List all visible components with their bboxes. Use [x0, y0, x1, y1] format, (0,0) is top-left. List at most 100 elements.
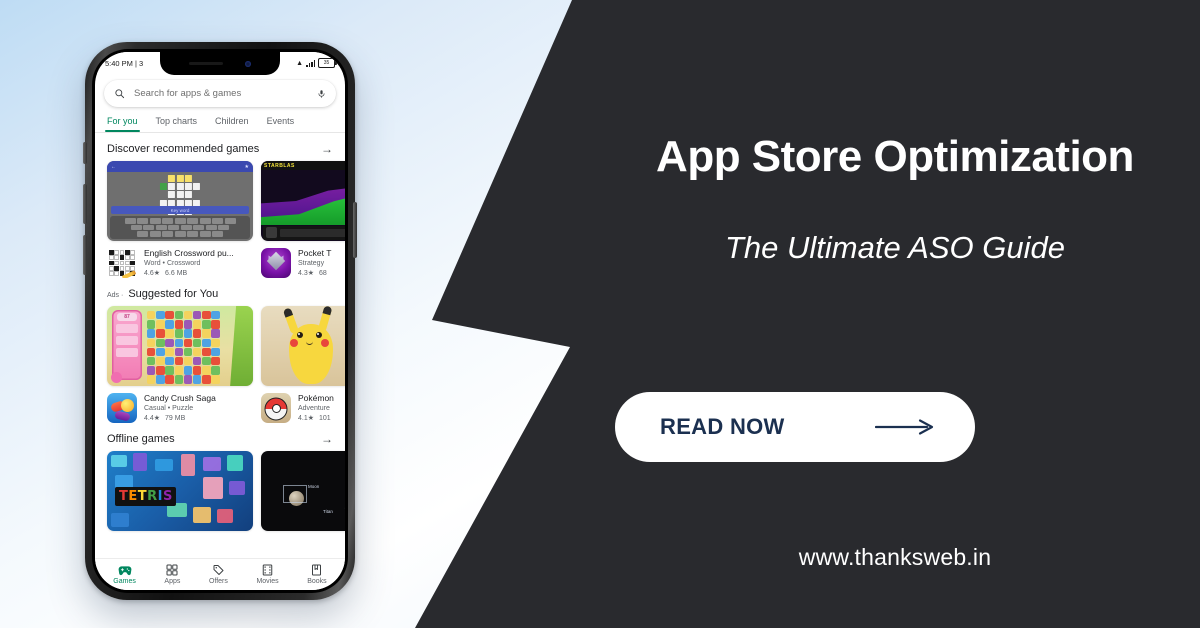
candy-level-number: 87 [117, 313, 137, 321]
app-row-pokemon-go[interactable]: Pokémon Adventure 4.1★ 101 [261, 393, 345, 423]
power-button [353, 202, 357, 258]
tab-events[interactable]: Events [267, 116, 295, 132]
nav-label: Games [113, 577, 136, 585]
candy-crush-app-icon [107, 393, 137, 423]
app-name: English Crossword pu... [144, 248, 234, 258]
game-card-starblast[interactable]: STARBLAS HI 172860 Fire [261, 161, 345, 241]
app-category: Strategy [298, 260, 325, 268]
wifi-icon: ▲ [296, 59, 303, 67]
pocket-tower-app-icon [261, 248, 291, 278]
nav-item-books[interactable]: Books [307, 564, 327, 585]
app-size: 6.6 MB [165, 269, 188, 277]
reticle-icon [283, 485, 307, 503]
candy-crush-screenshot-art: 87 [107, 306, 253, 386]
app-row-pocket-tower[interactable]: Pocket T Strategy 4.3★ 68 [261, 248, 345, 278]
nav-item-apps[interactable]: Apps [164, 564, 180, 585]
tab-for-you[interactable]: For you [105, 116, 140, 132]
pikachu-body [289, 324, 333, 384]
space-label-planet: Titan [323, 509, 333, 514]
space-screenshot-art: Moon Titan [261, 451, 345, 531]
pikachu-cheek-right [321, 339, 329, 347]
section-title-offline: Offline games [107, 433, 175, 445]
app-category: Casual • Puzzle [144, 405, 194, 413]
phone-bezel: 5:40 PM | 3 ▲ 35 Search for apps & games… [92, 49, 348, 593]
card-row-suggested: 87 [95, 306, 345, 386]
pokemon-go-screenshot-art: Po [261, 306, 345, 386]
search-input[interactable]: Search for apps & games [134, 88, 308, 99]
tetris-screenshot-art: TETRIS [107, 451, 253, 531]
crossword-hint-bar: Key word [111, 206, 249, 214]
nav-item-movies[interactable]: Movies [256, 564, 279, 585]
tetris-logo: TETRIS [115, 487, 177, 506]
crossword-screenshot-art: ← ★ Key word [107, 161, 253, 241]
section-title-suggested: Suggested for You [128, 288, 219, 300]
space-label-moon: Moon [308, 484, 320, 489]
nav-item-offers[interactable]: Offers [209, 564, 228, 585]
game-card-tetris[interactable]: TETRIS [107, 451, 253, 531]
app-name: Pokémon [298, 393, 334, 403]
search-bar[interactable]: Search for apps & games [104, 80, 336, 107]
card-row-offline: TETRIS Moon Titan [95, 451, 345, 531]
promo-banner: 5:40 PM | 3 ▲ 35 Search for apps & games… [0, 0, 1200, 628]
app-size: 79 MB [165, 414, 186, 422]
game-card-pokemon-go[interactable]: Po [261, 306, 345, 386]
candy-board [147, 311, 221, 384]
app-size: 101 [319, 414, 331, 422]
nav-item-games[interactable]: Games [113, 565, 136, 585]
promo-content: App Store Optimization The Ultimate ASO … [590, 0, 1200, 628]
read-now-button[interactable]: READ NOW [615, 392, 975, 462]
app-rating: 4.3 [298, 270, 308, 278]
app-row-candy-crush[interactable]: Candy Crush Saga Casual • Puzzle 4.4★ 79… [107, 393, 253, 423]
arrow-right-icon[interactable]: → [321, 433, 333, 445]
app-rating-row: 4.4★ 79 MB [144, 414, 186, 423]
app-row-crossword[interactable]: English Crossword pu... Word • Crossword… [107, 248, 253, 278]
app-rating-row: 4.1★ 101 [298, 414, 331, 423]
candy-cactus-art [230, 306, 253, 386]
game-card-crossword[interactable]: ← ★ Key word [107, 161, 253, 241]
book-icon [312, 564, 322, 576]
candy-score-panel: 87 [112, 310, 142, 380]
phone-mockup: 5:40 PM | 3 ▲ 35 Search for apps & games… [83, 42, 357, 600]
nav-label: Offers [208, 578, 228, 585]
crossword-app-icon [107, 248, 137, 278]
gamepad-icon [118, 565, 131, 575]
tab-children[interactable]: Children [215, 116, 249, 132]
pikachu-cheek-left [290, 339, 298, 347]
pikachu-mouth [306, 341, 313, 345]
tag-icon [213, 565, 224, 575]
starblast-status-bar [280, 228, 345, 237]
film-icon [262, 564, 273, 576]
battery-level: 35 [323, 60, 330, 66]
section-title-discover: Discover recommended games [107, 143, 260, 155]
page-title: App Store Optimization [656, 132, 1134, 181]
tab-top-charts[interactable]: Top charts [156, 116, 198, 132]
section-header-offline: Offline games → [95, 423, 345, 451]
app-category: Adventure [298, 405, 330, 413]
dpad-icon [266, 227, 277, 238]
nav-label: Books [307, 578, 327, 585]
section-header-discover: Discover recommended games → [95, 133, 345, 161]
app-category: Word • Crossword [144, 260, 201, 268]
crossword-toolbar: ← ★ [107, 161, 253, 172]
game-card-candy-crush[interactable]: 87 [107, 306, 253, 386]
pokeball-icon [264, 397, 288, 421]
read-now-label: READ NOW [660, 414, 785, 439]
website-url: www.thanksweb.in [798, 544, 992, 570]
nav-label: Movies [256, 578, 279, 585]
arrow-right-icon [875, 418, 935, 436]
game-card-space[interactable]: Moon Titan [261, 451, 345, 531]
search-icon [115, 89, 125, 99]
app-rating-row: 4.6★ 6.6 MB [144, 269, 188, 278]
bottom-navigation: Games Apps Offers Movies Books [95, 558, 345, 590]
category-tabs: For you Top charts Children Events [95, 107, 345, 132]
arrow-right-icon[interactable]: → [321, 143, 333, 155]
microphone-icon[interactable] [317, 88, 326, 100]
app-rating: 4.6 [144, 270, 154, 278]
gem-icon [266, 251, 286, 270]
status-bar: 5:40 PM | 3 ▲ 35 [95, 52, 345, 75]
app-rating: 4.1 [298, 415, 308, 423]
planet-ring [341, 471, 345, 521]
app-rating-row: 4.3★ 68 [298, 269, 327, 278]
play-store-screen: 5:40 PM | 3 ▲ 35 Search for apps & games… [95, 52, 345, 590]
volume-down-button [83, 235, 87, 275]
